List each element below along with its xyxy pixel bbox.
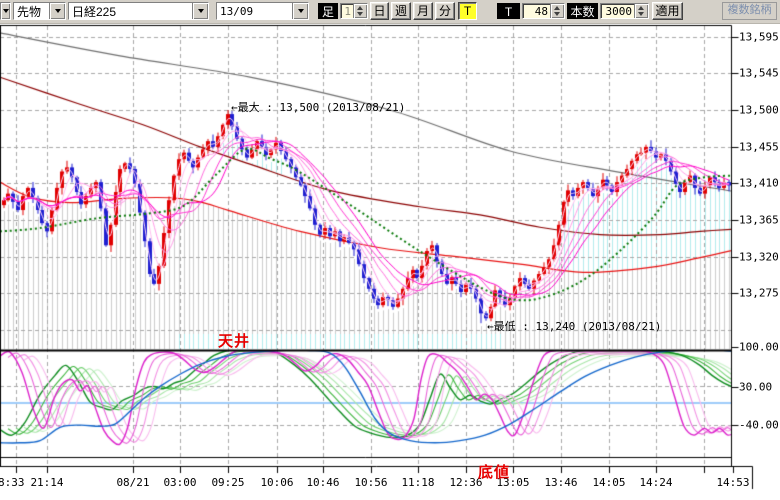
spinner-updown-icon[interactable] <box>634 4 648 18</box>
contract-month-value: 13/09 <box>217 3 292 19</box>
price-axis-label: 13,500 <box>739 104 779 117</box>
chevron-down-icon[interactable] <box>49 3 65 19</box>
time-axis-label: 21:14 <box>30 476 63 489</box>
tick-toggle-button[interactable]: T <box>458 2 477 20</box>
multi-symbol-button[interactable]: 複数銘柄 <box>722 2 777 20</box>
toolbar: 先物 日経225 13/09 足 1 日 週 月 分 T T 48 本数 300… <box>0 0 780 24</box>
price-axis-label: 13,410 <box>739 177 779 190</box>
price-axis-label: 13,545 <box>739 67 779 80</box>
time-axis-label: 14:05 <box>592 476 625 489</box>
chevron-down-icon[interactable] <box>192 3 208 19</box>
bars-count-value: 3000 <box>601 4 634 18</box>
price-axis-label: 13,320 <box>739 251 779 264</box>
period-week-button[interactable]: 週 <box>391 2 411 20</box>
max-price-annotation: ←最大 : 13,500 (2013/08/21) <box>231 99 405 115</box>
oscillator-axis-label: -40.00 <box>739 419 779 432</box>
oscillator-axis-label: 100.00 <box>739 341 779 354</box>
time-axis-label: 09:25 <box>211 476 244 489</box>
tick-count-value: 48 <box>523 4 550 18</box>
tick-count-spinner[interactable]: 48 <box>522 3 565 19</box>
instrument-type-combo[interactable]: 先物 <box>13 2 66 20</box>
mini-dropdown[interactable] <box>0 2 11 20</box>
bars-count-spinner[interactable]: 3000 <box>600 3 649 19</box>
time-axis-label: 10:06 <box>260 476 293 489</box>
time-axis-label: 10:56 <box>354 476 387 489</box>
time-axis-label: 10:46 <box>306 476 339 489</box>
instrument-name-combo[interactable]: 日経225 <box>68 2 209 20</box>
tick-label: T <box>497 3 520 19</box>
min-price-annotation: ←最低 : 13,240 (2013/08/21) <box>487 318 661 334</box>
mini-dropdown-icon[interactable] <box>1 3 10 19</box>
contract-month-combo[interactable]: 13/09 <box>216 2 309 20</box>
instrument-name-value: 日経225 <box>69 3 192 19</box>
ceiling-annotation: 天井 <box>218 330 250 351</box>
price-axis-label: 13,275 <box>739 287 779 300</box>
price-axis-label: 13,365 <box>739 214 779 227</box>
chevron-down-icon[interactable] <box>292 3 308 19</box>
spinner-updown-icon[interactable] <box>550 4 564 18</box>
period-day-button[interactable]: 日 <box>370 2 389 20</box>
chart-application-window: 先物 日経225 13/09 足 1 日 週 月 分 T T 48 本数 300… <box>0 0 780 500</box>
spinner-updown-icon[interactable] <box>353 4 367 18</box>
price-chart-canvas[interactable] <box>0 0 780 500</box>
instrument-type-value: 先物 <box>14 3 49 19</box>
time-axis-label: 11:18 <box>401 476 434 489</box>
price-axis-label: 13,455 <box>739 141 779 154</box>
bottom-annotation: 底値 <box>478 461 510 482</box>
interval-value: 1 <box>341 4 353 18</box>
price-axis-label: 13,595 <box>739 31 779 44</box>
time-axis-label: 14:53 <box>716 476 749 489</box>
oscillator-axis-label: 30.00 <box>739 381 772 394</box>
ashi-label: 足 <box>318 3 338 19</box>
period-month-button[interactable]: 月 <box>413 2 433 20</box>
time-axis-label: 08/21 <box>116 476 149 489</box>
time-axis-label: 13:46 <box>544 476 577 489</box>
apply-button[interactable]: 適用 <box>652 2 683 20</box>
time-axis-label: 14:24 <box>639 476 672 489</box>
bars-label: 本数 <box>567 3 598 19</box>
time-axis-label: 03:00 <box>163 476 196 489</box>
period-minute-button[interactable]: 分 <box>435 2 455 20</box>
interval-spinner[interactable]: 1 <box>340 3 368 19</box>
time-axis-label: 18:33 <box>0 476 25 489</box>
